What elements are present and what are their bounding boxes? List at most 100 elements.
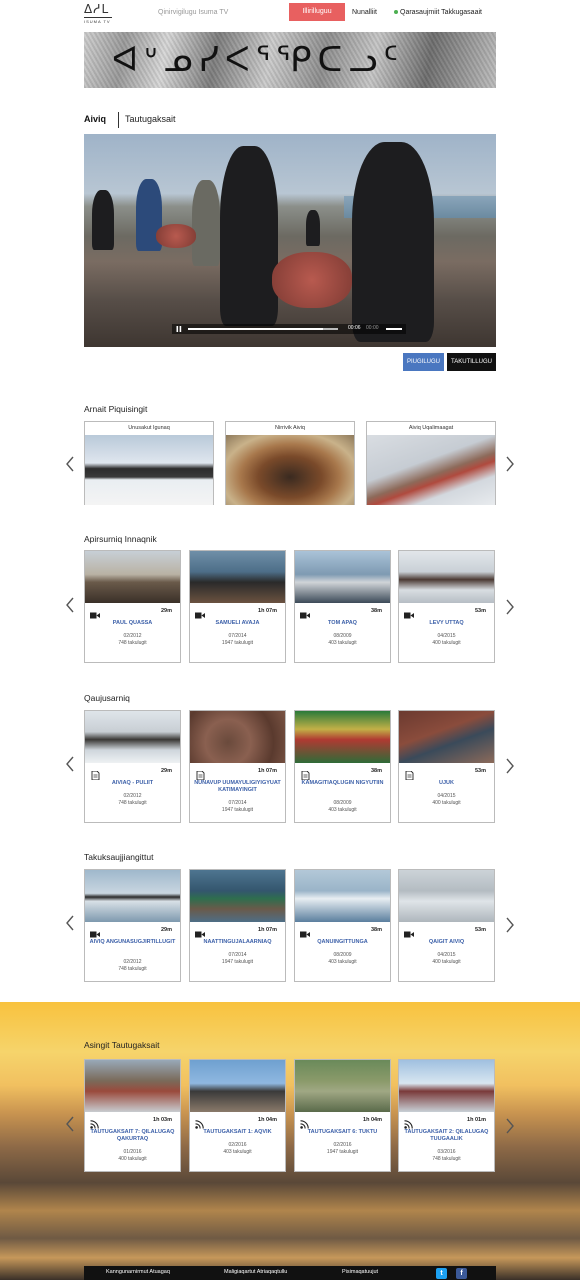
video-card[interactable]: 38m TOM APAQ 08/2009 403 takulugit [294,550,391,663]
video-card-views: 403 takulugit [328,640,357,646]
video-card-thumbnail[interactable] [190,870,285,922]
login-link[interactable]: Nunalliit [352,9,377,16]
tab-aiviq[interactable]: Aiviq [84,114,106,124]
video-icon [90,926,100,938]
carousel-next-icon[interactable] [504,598,516,616]
watch-button[interactable]: PIUGILUGU [403,353,444,371]
video-card-duration: 1h 07m [258,768,277,774]
video-card[interactable]: 38m KAMAGITIAQLUGIN NIGYUTIIN 08/2009 403 t… [294,710,391,823]
video-card[interactable]: 29m AIVIQ ANGUNASUGJIRTILLUGIT 02/2012 748 … [84,869,181,982]
video-icon [404,926,414,938]
featured-card[interactable]: Nirrivik Aiviq [225,421,355,505]
video-card-date: 01/2016 [123,1149,142,1155]
twitter-icon[interactable]: t [436,1268,447,1279]
footer-link-rules[interactable]: Maligiaqartut Atriaqaqtullu [224,1269,287,1275]
featured-card[interactable]: Unusakut Igunaq [84,421,214,505]
carousel-prev-icon[interactable] [64,455,76,473]
video-player[interactable]: 00:06 00:00 [84,134,496,347]
isuma-logo[interactable]: ᐃᓱᒪ ISUMA TV [84,3,112,25]
video-card-title[interactable]: PAUL QUASSA [89,620,176,627]
video-card-thumbnail[interactable] [399,1060,494,1112]
video-card-thumbnail[interactable] [85,711,180,763]
carousel-prev-icon[interactable] [64,1115,76,1133]
carousel-next-icon[interactable] [504,757,516,775]
video-card-title[interactable]: QAIGIT AIVIQ [403,939,490,946]
video-card-duration: 29m [160,927,172,933]
carousel-prev-icon[interactable] [64,914,76,932]
logo-glyphs: ᐃᓱᒪ [84,2,110,16]
video-card-duration: 53m [474,768,486,774]
video-card-title[interactable]: AIVIAQ - PULIIT [89,780,176,787]
video-card-title[interactable]: LEVY UTTAQ [403,620,490,627]
download-button[interactable]: TAKUTILLUGU [447,353,496,371]
video-card-thumbnail[interactable] [190,711,285,763]
pause-icon[interactable] [176,326,182,332]
site-header: ᐃᓱᒪ ISUMA TV Qinirvigilugu Isuma TV Illi… [84,0,496,28]
search-input[interactable]: Qinirvigilugu Isuma TV [158,9,228,16]
video-card-title[interactable]: TOM APAQ [299,620,386,627]
carousel-next-icon[interactable] [504,916,516,934]
video-card-thumbnail[interactable] [399,870,494,922]
featured-card-image [85,435,213,505]
video-card-thumbnail[interactable] [190,551,285,603]
video-card-title[interactable]: TAUTUGAKSAIT 6: TUKTU [299,1129,386,1136]
video-card-title[interactable]: TAUTUGAKSAIT 1: AQVIK [194,1129,281,1136]
video-card-views: 1947 takulugit [221,807,254,813]
video-card[interactable]: 1h 07m SAMUELI AVAJA 07/2014 1947 takulugit [189,550,286,663]
video-card-thumbnail[interactable] [295,870,390,922]
video-card-title[interactable]: KAMAGITIAQLUGIN NIGYUTIIN [299,780,386,787]
video-total-time: 00:00 [366,325,379,331]
video-card[interactable]: 29m AIVIAQ - PULIIT 02/2012 748 takulugit [84,710,181,823]
carousel-next-icon[interactable] [504,1117,516,1135]
video-card-title[interactable]: SAMUELI AVAJA [194,620,281,627]
video-card[interactable]: 1h 04m TAUTUGAKSAIT 1: AQVIK 02/2016 403 ta… [189,1059,286,1172]
rss-icon [300,1116,310,1129]
video-card-views: 748 takulugit [432,1156,461,1162]
video-card-thumbnail[interactable] [190,1060,285,1112]
video-card-title[interactable]: AIVIQ ANGUNASUGJIRTILLUGIT [89,939,176,946]
carousel-prev-icon[interactable] [64,596,76,614]
video-card-thumbnail[interactable] [295,551,390,603]
video-card[interactable]: 53m UJUK 04/2015 400 takulugit [398,710,495,823]
video-card[interactable]: 1h 03m TAUTUGAKSAIT 7: QILALUGAQ QAKURTAQ… [84,1059,181,1172]
video-card-thumbnail[interactable] [85,1060,180,1112]
facebook-icon[interactable]: f [456,1268,467,1279]
tab-tautugaksait[interactable]: Tautugaksait [125,114,176,124]
language-label: Qarasaujmiit Takkugasaait [400,9,482,16]
register-button[interactable]: Illirilluguu [289,3,345,21]
footer-link-terms[interactable]: Kanngunarnirmut Atuagaq [106,1269,170,1275]
video-card-title[interactable]: NAATTINGUJALAARNIAQ [194,939,281,946]
video-card[interactable]: 1h 07m NAATTINGUJALAARNIAQ 07/2014 1947 tak… [189,869,286,982]
language-link[interactable]: Qarasaujmiit Takkugasaait [394,9,482,16]
video-card-thumbnail[interactable] [399,551,494,603]
footer-link-contact[interactable]: Pisimaqatuujut [342,1269,378,1275]
video-card[interactable]: 1h 04m TAUTUGAKSAIT 6: TUKTU 02/2016 1947 t… [294,1059,391,1172]
video-card-title[interactable]: TAUTUGAKSAIT 7: QILALUGAQ QAKURTAQ [89,1129,176,1143]
document-icon [90,767,100,781]
video-card-thumbnail[interactable] [399,711,494,763]
video-card[interactable]: 53m QAIGIT AIVIQ 04/2015 400 takulugit [398,869,495,982]
volume-slider[interactable] [386,328,402,330]
carousel-next-icon[interactable] [504,455,516,473]
video-card-thumbnail[interactable] [85,870,180,922]
video-card-duration: 1h 03m [153,1117,172,1123]
video-progress-bar[interactable] [188,328,338,330]
video-card-date: 02/2012 [123,959,142,965]
online-dot-icon [394,10,398,15]
tab-divider [118,112,119,128]
video-card-thumbnail[interactable] [85,551,180,603]
video-card[interactable]: 1h 07m NUNAVUP UUMAYULIGIYIGYUAT KATIMAYI… [189,710,286,823]
video-card-title[interactable]: UJUK [403,780,490,787]
video-card-title[interactable]: TAUTUGAKSAIT 2: QILALUGAQ TUUGAALIK [403,1129,490,1143]
video-card[interactable]: 53m LEVY UTTAQ 04/2015 400 takulugit [398,550,495,663]
video-card[interactable]: 1h 01m TAUTUGAKSAIT 2: QILALUGAQ TUUGAALI… [398,1059,495,1172]
video-card-title[interactable]: QANUINGITTUNGA [299,939,386,946]
video-card-duration: 29m [160,768,172,774]
video-card-thumbnail[interactable] [295,1060,390,1112]
video-card[interactable]: 29m PAUL QUASSA 02/2012 748 takulugit [84,550,181,663]
video-card-thumbnail[interactable] [295,711,390,763]
video-card-title[interactable]: NUNAVUP UUMAYULIGIYIGYUAT KATIMAYINGIT [194,780,281,794]
featured-card[interactable]: Aiviq Uqalimaagat [366,421,496,505]
video-card[interactable]: 38m QANUINGITTUNGA 08/2009 403 takulugit [294,869,391,982]
carousel-prev-icon[interactable] [64,755,76,773]
